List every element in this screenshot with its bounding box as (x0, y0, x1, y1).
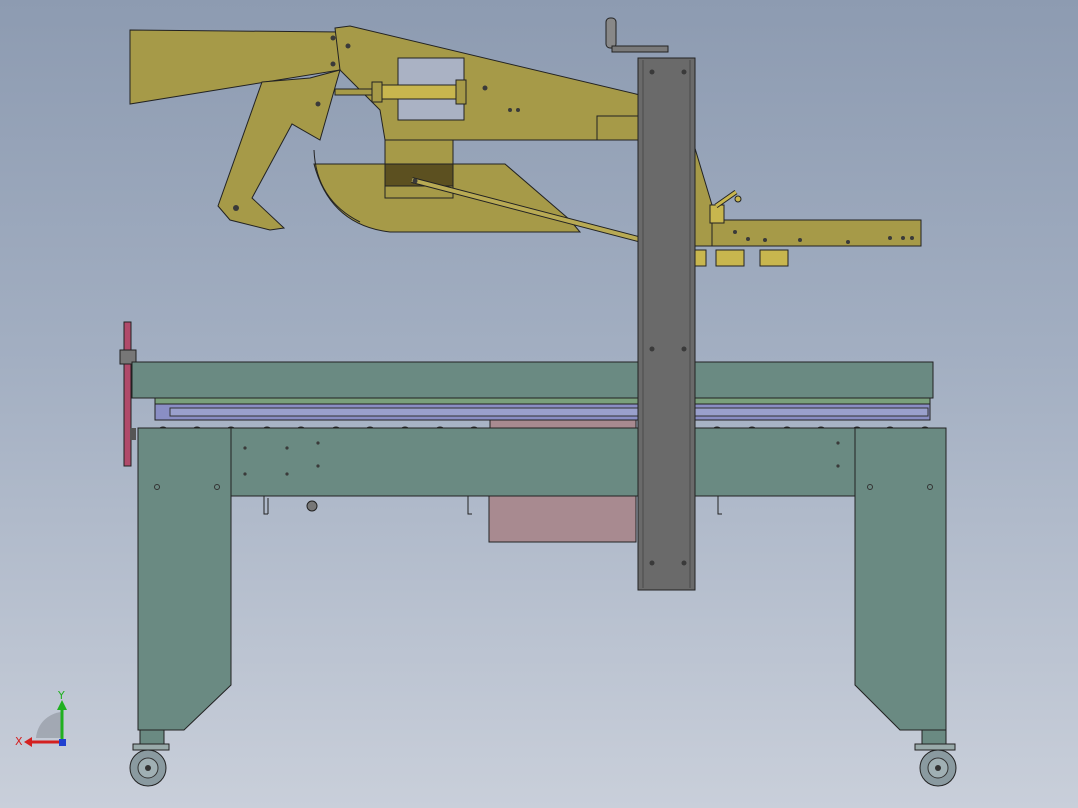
y-axis-label: Y (57, 689, 65, 702)
frame-hole (285, 446, 289, 450)
bolt-hole (345, 43, 351, 49)
vertical-column (637, 57, 696, 591)
cup-2 (759, 249, 789, 267)
frame-beam (137, 427, 947, 497)
bracket (467, 496, 472, 515)
frame-hole (285, 472, 289, 476)
bolt-hole (508, 108, 512, 112)
bracket-knob (306, 500, 318, 512)
frame-hole (243, 446, 247, 450)
bracket (717, 496, 722, 515)
cup-3 (693, 249, 707, 267)
bolt-hole (746, 237, 750, 241)
pink-box (488, 495, 637, 543)
caster-wheel-icon (914, 729, 957, 787)
arm-tab (596, 115, 641, 141)
table-strip (154, 397, 931, 405)
valve-knob (734, 195, 742, 203)
bolt-hole (330, 35, 336, 41)
bolt-hole (733, 230, 737, 234)
bolt-hole (315, 101, 321, 107)
valve-body (709, 204, 725, 224)
table-top-beam (131, 361, 934, 399)
bolt-hole (763, 238, 767, 242)
cylinder-end (455, 79, 467, 105)
right-rail (693, 219, 922, 247)
pink-strip (489, 419, 637, 429)
cylinder-cap (371, 81, 383, 103)
upper-arm-assembly (129, 17, 922, 267)
right-bracket (693, 144, 713, 247)
block-top (384, 139, 454, 165)
bracket (263, 496, 269, 515)
bolt-hole (516, 108, 520, 112)
cad-viewport[interactable]: X Y (0, 0, 1078, 808)
right-leg (854, 427, 947, 731)
bolt-hole (330, 61, 336, 67)
frame-hole (316, 464, 320, 468)
lower-frame (137, 419, 947, 731)
left-leg (137, 427, 232, 731)
bolt-hole (910, 236, 914, 240)
caster-wheel-icon (129, 729, 170, 787)
cup-1 (715, 249, 745, 267)
frame-hole (243, 472, 247, 476)
pneumatic-cylinder (379, 84, 461, 100)
bolt-hole (846, 240, 850, 244)
bolt-hole (412, 178, 418, 184)
bolt-hole (798, 238, 802, 242)
frame-hole (316, 441, 320, 445)
valve-stem-fill (715, 190, 737, 208)
bolt-hole (482, 85, 488, 91)
bolt-hole (888, 236, 892, 240)
frame-hole (836, 464, 840, 468)
coordinate-triad-icon (24, 700, 67, 747)
x-axis-label: X (15, 735, 23, 748)
frame-hole (836, 441, 840, 445)
table-top (131, 361, 934, 421)
machine-drawing: X Y (15, 17, 957, 787)
bolt-hole (233, 205, 239, 211)
roller-plate-inner (169, 407, 929, 417)
bolt-hole (901, 236, 905, 240)
crank-handle-icon[interactable] (605, 17, 669, 53)
